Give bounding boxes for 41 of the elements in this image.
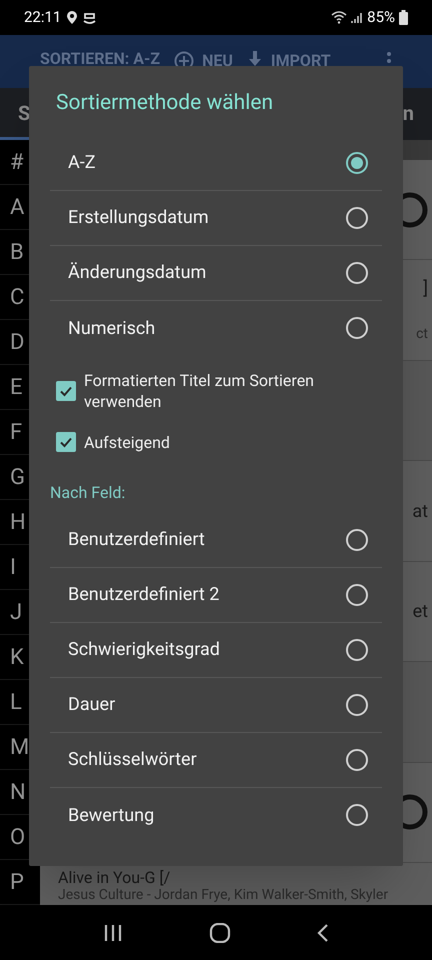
status-time: 22:11 [24, 7, 62, 28]
radio-button[interactable] [346, 804, 368, 826]
check-icon [59, 435, 73, 449]
tab[interactable]: n [384, 88, 432, 140]
radio-button[interactable] [346, 528, 368, 550]
radio-button[interactable] [346, 638, 368, 660]
sort-option[interactable]: Schwierigkeitsgrad [50, 622, 382, 678]
battery-percent: 85% [367, 7, 395, 28]
radio-button[interactable] [346, 206, 368, 228]
location-icon [67, 11, 78, 24]
wifi-icon [331, 11, 348, 24]
checkbox[interactable] [56, 432, 76, 452]
recent-apps-icon[interactable] [103, 924, 123, 942]
dialog-title: Sortiermethode wählen [55, 90, 274, 117]
sort-option[interactable]: Benutzerdefiniert [50, 512, 382, 568]
sort-option[interactable]: Numerisch [50, 300, 382, 356]
radio-button[interactable] [346, 694, 368, 716]
section-heading: Nach Feld: [50, 482, 126, 504]
radio-button[interactable] [346, 152, 368, 174]
option-checkbox[interactable]: Aufsteigend [56, 432, 382, 452]
sort-option[interactable]: Dauer [50, 678, 382, 732]
home-icon[interactable] [209, 922, 231, 942]
checkbox[interactable] [56, 380, 76, 400]
radio-button[interactable] [346, 584, 368, 606]
sort-option[interactable]: Änderungsdatum [50, 246, 382, 300]
radio-button[interactable] [346, 317, 368, 339]
song-title: at [412, 500, 428, 524]
song-title: ] [423, 277, 428, 302]
sort-option[interactable]: Erstellungsdatum [50, 190, 382, 246]
radio-button[interactable] [346, 748, 368, 770]
battery-icon [399, 10, 408, 25]
song-title: et [412, 600, 428, 624]
sort-option[interactable]: Benutzerdefiniert 2 [50, 568, 382, 622]
sort-option[interactable]: Bewertung [50, 788, 382, 842]
option-checkbox[interactable]: Formatierten Titel zum Sortieren verwenden [56, 370, 382, 412]
sort-option[interactable]: A-Z [50, 136, 382, 190]
back-icon[interactable] [317, 922, 329, 942]
signal-icon [351, 12, 364, 24]
sort-option[interactable]: Schlüsselwörter [50, 732, 382, 788]
radio-button[interactable] [346, 262, 368, 284]
song-title: Alive in You-G [/ [58, 869, 172, 888]
